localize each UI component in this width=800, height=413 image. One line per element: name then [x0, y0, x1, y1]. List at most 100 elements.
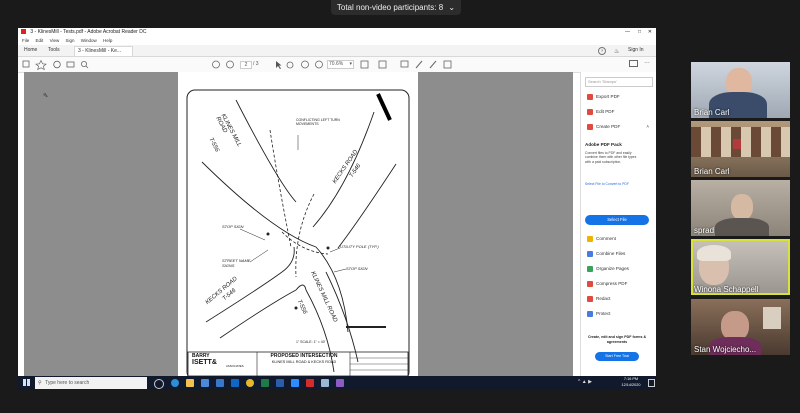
- page-count: / 3: [253, 61, 259, 67]
- chevron-up-icon: ˄: [646, 124, 649, 129]
- participant-tile[interactable]: Brian Carl: [691, 62, 790, 118]
- document-area[interactable]: ⬁ KLINES MILL ROAD T-556 KECKS ROAD T-54…: [24, 72, 573, 376]
- participant-tile[interactable]: sprad: [691, 180, 790, 236]
- pane-item-protect[interactable]: Protect: [587, 309, 611, 319]
- promo-link[interactable]: Select File to Convert to PDF: [585, 182, 629, 186]
- taskbar-search-input[interactable]: ⚲ Type here to search: [35, 377, 147, 389]
- upload-cloud-icon: [53, 60, 61, 69]
- app-icon[interactable]: [336, 379, 344, 387]
- mail-app-icon[interactable]: [216, 379, 224, 387]
- sign-in-button[interactable]: Sign In: [628, 45, 644, 56]
- participant-tile[interactable]: Stan Wojciecho...: [691, 299, 790, 355]
- file-explorer-icon[interactable]: [186, 379, 194, 387]
- prev-page-icon: [212, 60, 220, 69]
- notepad-icon[interactable]: [321, 379, 329, 387]
- menu-window[interactable]: Window: [81, 38, 97, 43]
- select-file-button[interactable]: Select File: [585, 215, 649, 225]
- highlight-icon: [415, 60, 423, 69]
- compress-pdf-icon: [587, 280, 593, 287]
- participant-name: sprad: [694, 226, 715, 235]
- curb-return: [295, 284, 307, 291]
- pane-item-export-pdf[interactable]: Export PDF: [587, 92, 620, 102]
- bookmark-star-icon: [35, 59, 47, 71]
- export-pdf-icon: [587, 93, 593, 100]
- zoom-app-icon[interactable]: [291, 379, 299, 387]
- select-file-label: Select File: [607, 217, 627, 222]
- participant-tile-active-speaker[interactable]: Winona Schappell: [691, 239, 790, 295]
- pane-item-compress-pdf[interactable]: Compress PDF: [587, 279, 627, 289]
- utility-pole-icon: [326, 246, 330, 250]
- drawing-note: STREET NAME SIGNS: [222, 258, 251, 268]
- toolbar: 2 / 3 70.6% ▾ …: [18, 57, 656, 73]
- tab-tools[interactable]: Tools: [48, 45, 60, 56]
- start-trial-label: Start Free Trial: [605, 354, 629, 358]
- pane-item-comment[interactable]: Comment: [587, 234, 616, 244]
- tools-search-input[interactable]: Search 'Stamps': [585, 77, 653, 87]
- excel-icon[interactable]: [261, 379, 269, 387]
- zoom-field[interactable]: 70.6% ▾: [327, 60, 354, 69]
- pane-item-create-pdf[interactable]: Create PDF ˄: [587, 122, 649, 132]
- create-pdf-icon: [587, 123, 593, 130]
- pane-item-organize-pages[interactable]: Organize Pages: [587, 264, 629, 274]
- notification-icon[interactable]: [648, 379, 655, 387]
- tab-home[interactable]: Home: [24, 45, 37, 56]
- store-icon[interactable]: [201, 379, 209, 387]
- windows-start-icon[interactable]: [23, 379, 30, 386]
- north-arrow-icon: [376, 93, 392, 121]
- create-icon: [22, 60, 30, 68]
- acrobat-icon: [21, 29, 26, 35]
- more-icon[interactable]: …: [644, 59, 650, 65]
- comment-icon: [400, 60, 409, 68]
- taskbar-clock[interactable]: 7:16 PM 12/14/2020: [616, 377, 646, 388]
- title-block-sub: KLINES MILL ROAD & KECKS ROAD: [271, 360, 337, 364]
- edge-browser-icon[interactable]: [171, 379, 179, 387]
- menu-help[interactable]: Help: [103, 38, 112, 43]
- tools-pane: Search 'Stamps' Export PDF Edit PDF Crea…: [580, 72, 656, 376]
- promo-title: Adobe PDF Pack: [585, 142, 622, 147]
- chrome-icon[interactable]: [246, 379, 254, 387]
- pane-item-label: Comment: [596, 236, 616, 241]
- outlook-icon[interactable]: [231, 379, 239, 387]
- participant-name: Brian Carl: [694, 167, 730, 176]
- maximize-icon[interactable]: □: [638, 28, 641, 37]
- drawing-note: STOP SIGN: [346, 266, 368, 271]
- task-view-icon[interactable]: [154, 379, 164, 389]
- menu-file[interactable]: File: [22, 38, 29, 43]
- curb-return: [281, 246, 295, 273]
- pane-item-redact[interactable]: Redact: [587, 294, 611, 304]
- pane-item-label: Edit PDF: [596, 109, 615, 114]
- word-icon[interactable]: [276, 379, 284, 387]
- menu-sign[interactable]: Sign: [66, 38, 75, 43]
- tab-document[interactable]: 3 - KlinesMill - Ke...: [74, 46, 133, 56]
- redact-icon: [587, 295, 593, 302]
- participant-video: [763, 307, 781, 329]
- pane-item-combine-files[interactable]: Combine Files: [587, 249, 625, 259]
- protect-icon: [587, 310, 593, 317]
- help-icon[interactable]: ?: [598, 47, 606, 55]
- acrobat-taskbar-icon[interactable]: [306, 379, 314, 387]
- road-edge: [235, 99, 297, 203]
- participant-video: [733, 139, 741, 149]
- menu-edit[interactable]: Edit: [36, 38, 44, 43]
- menu-view[interactable]: View: [50, 38, 60, 43]
- participants-banner-label: Total non-video participants: 8: [336, 3, 444, 12]
- start-trial-button[interactable]: Start Free Trial: [595, 352, 639, 361]
- mail-icon[interactable]: [629, 60, 638, 67]
- next-page-icon: [226, 60, 234, 69]
- menu-bar: File Edit View Sign Window Help: [18, 37, 656, 45]
- participant-video: [697, 245, 731, 261]
- minimize-icon[interactable]: —: [625, 28, 630, 37]
- system-tray-icons[interactable]: ^ ▲ ▶: [578, 379, 592, 385]
- logo-text: ASSOCIATES: [226, 364, 244, 368]
- participants-banner[interactable]: Total non-video participants: 8 ⌄: [331, 0, 461, 15]
- pane-item-label: Create PDF: [596, 124, 621, 129]
- chevron-down-icon: ▾: [349, 61, 352, 67]
- pane-item-edit-pdf[interactable]: Edit PDF: [587, 107, 614, 117]
- close-icon[interactable]: ✕: [648, 28, 652, 37]
- pane-footer-text: Create, edit and sign PDF forms & agreem…: [587, 335, 647, 344]
- page-number-field[interactable]: 2: [240, 61, 252, 69]
- participant-tile[interactable]: Brian Carl: [691, 121, 790, 177]
- pen-icon: [429, 60, 437, 69]
- tab-document-label: 3 - KlinesMill - Ke...: [78, 48, 122, 54]
- pane-item-label: Organize Pages: [596, 266, 629, 271]
